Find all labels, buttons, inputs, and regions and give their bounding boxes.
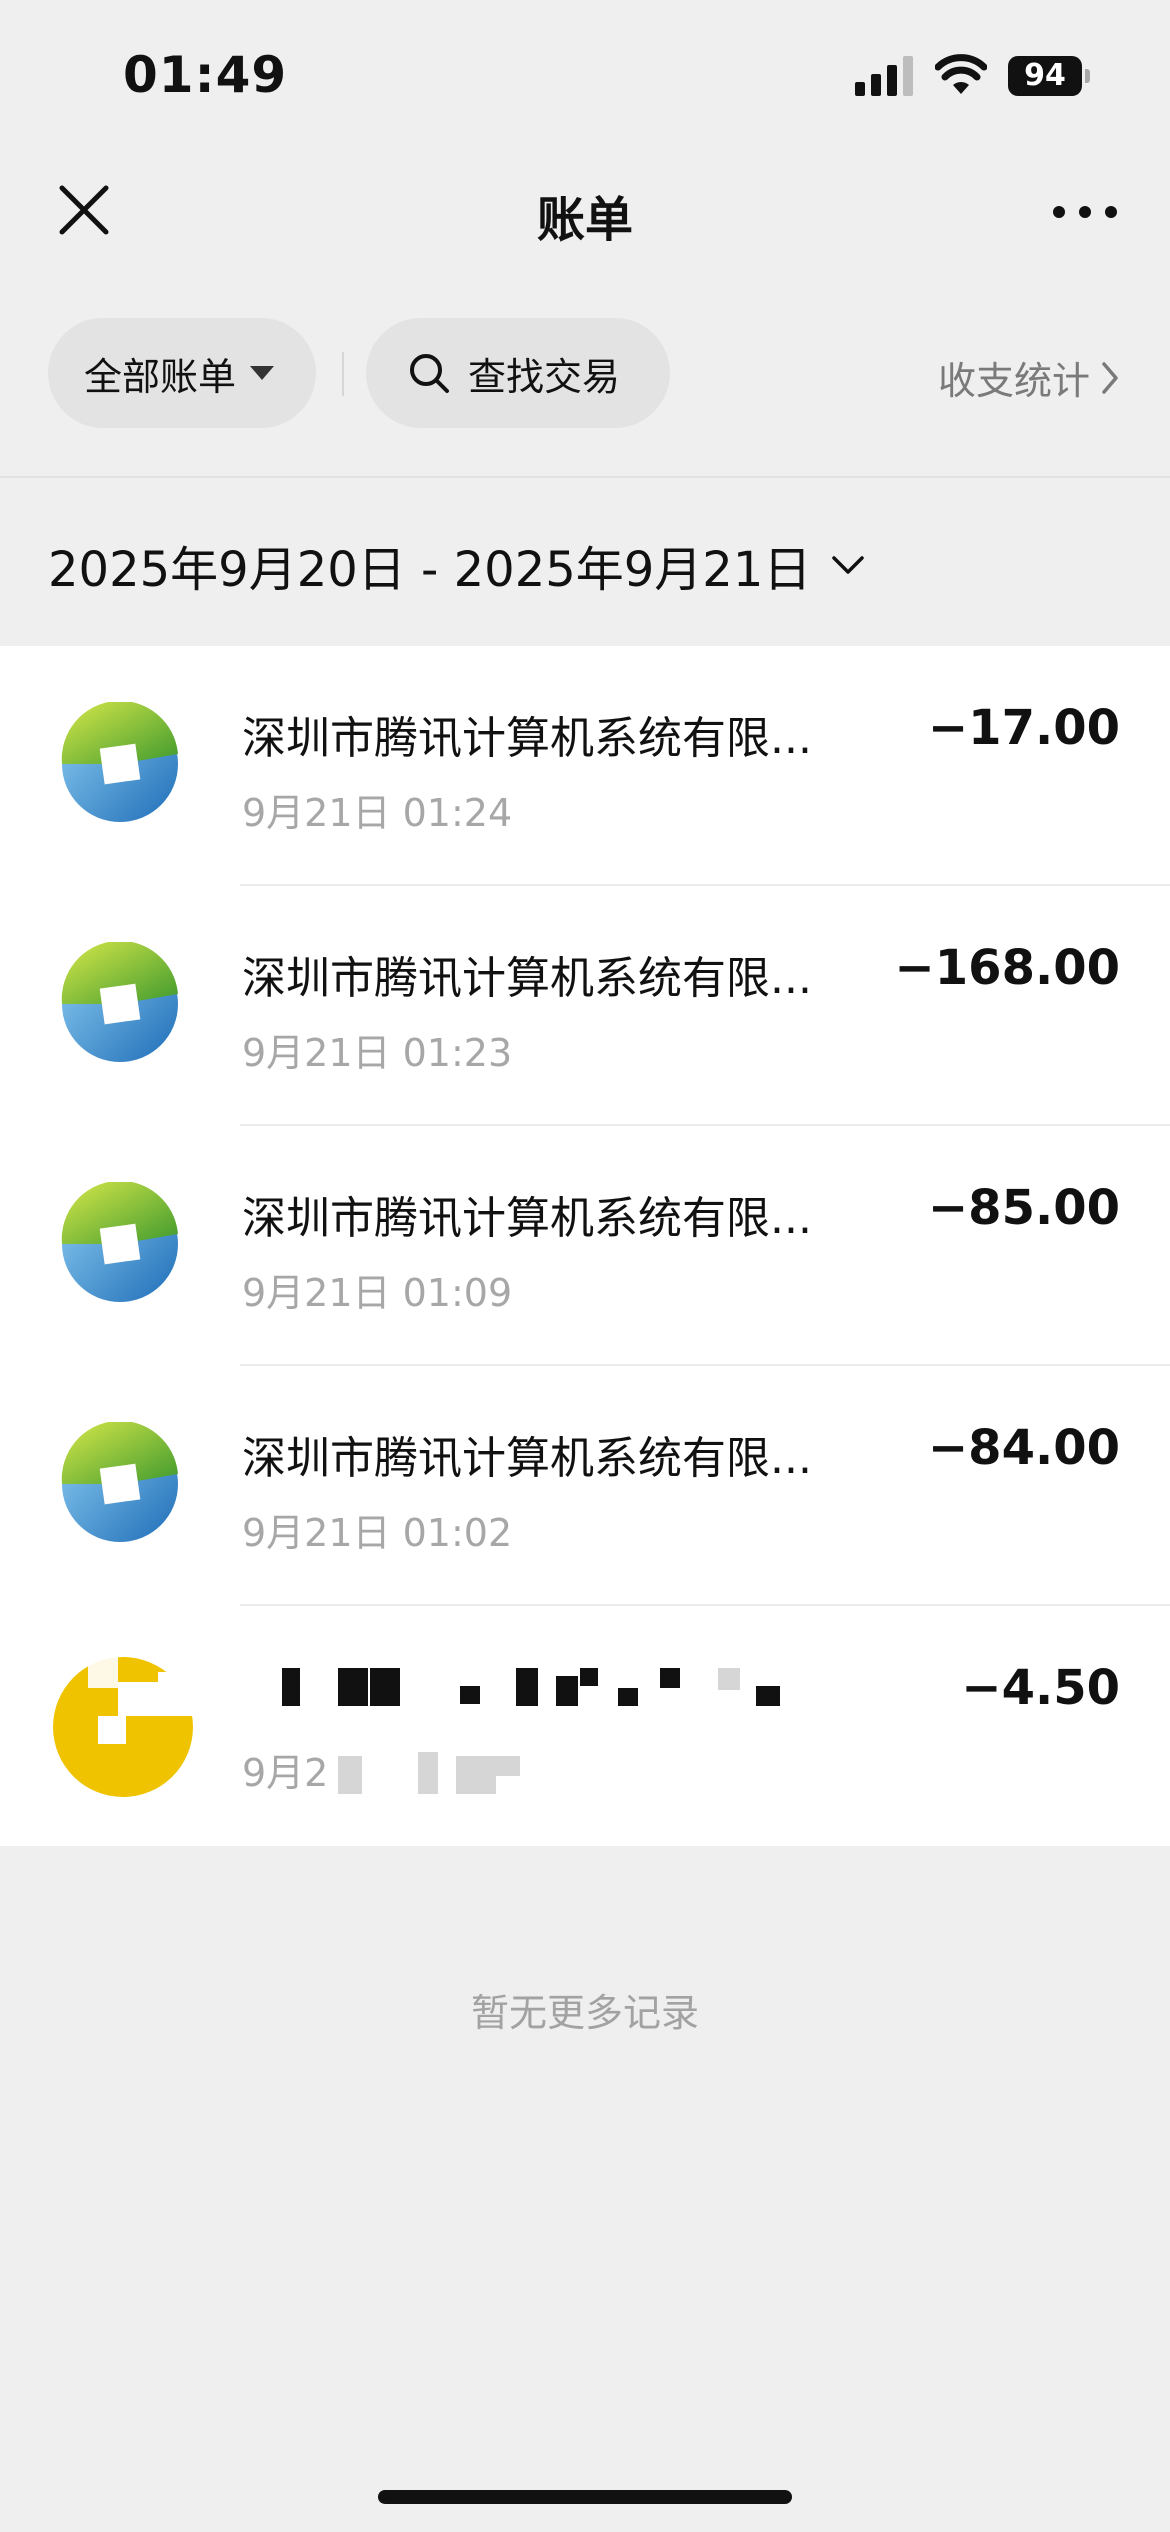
- merchant-logo-icon: [61, 1182, 178, 1302]
- transaction-time: 9月21日 01:02: [242, 1511, 513, 1555]
- transaction-time: 9月2: [242, 1751, 329, 1795]
- battery-icon: 94: [1008, 56, 1090, 96]
- section-divider: [0, 476, 1170, 478]
- transaction-amount: −84.00: [927, 1420, 1120, 1476]
- battery-level: 94: [1008, 56, 1082, 96]
- cellular-signal-icon: [855, 56, 913, 96]
- page-title: 账单: [536, 192, 633, 248]
- more-icon[interactable]: [1050, 178, 1120, 242]
- merchant-logo-icon: [61, 1422, 178, 1542]
- all-bills-label: 全部账单: [84, 354, 237, 399]
- search-transactions-button[interactable]: 查找交易: [366, 318, 670, 428]
- status-bar: 01:49 94: [0, 0, 1170, 150]
- transaction-row[interactable]: 深圳市腾讯计算机系统有限... 9月21日 01:24 −17.00: [0, 646, 1170, 886]
- merchant-name: 深圳市腾讯计算机系统有限...: [242, 713, 812, 764]
- stats-label: 收支统计: [937, 359, 1090, 403]
- transaction-time: 9月21日 01:24: [242, 791, 513, 835]
- transaction-time: 9月21日 01:09: [242, 1271, 513, 1315]
- merchant-name: 深圳市腾讯计算机系统有限...: [242, 953, 812, 1004]
- home-indicator[interactable]: [378, 2490, 792, 2504]
- transaction-list: 深圳市腾讯计算机系统有限... 9月21日 01:24 −17.00 深圳市腾讯…: [0, 646, 1170, 1846]
- chevron-down-icon: [832, 556, 865, 574]
- transaction-amount: −4.50: [961, 1660, 1120, 1716]
- income-expense-stats-link[interactable]: 收支统计: [938, 350, 1120, 405]
- date-range-selector[interactable]: 2025年9月20日 - 2025年9月21日: [48, 530, 865, 600]
- merchant-name: 深圳市腾讯计算机系统有限...: [242, 1433, 812, 1484]
- transaction-row[interactable]: 9月2 −4.50: [0, 1606, 1170, 1846]
- merchant-name: 深圳市腾讯计算机系统有限...: [242, 1193, 812, 1244]
- transaction-amount: −17.00: [927, 700, 1120, 756]
- transaction-amount: −85.00: [927, 1180, 1120, 1236]
- filter-row: 全部账单 查找交易 收支统计: [0, 318, 1170, 430]
- no-more-records-label: 暂无更多记录: [470, 1991, 699, 2035]
- wifi-icon: [935, 54, 987, 94]
- date-range-label: 2025年9月20日 - 2025年9月21日: [48, 542, 812, 598]
- transaction-row[interactable]: 深圳市腾讯计算机系统有限... 9月21日 01:23 −168.00: [0, 886, 1170, 1126]
- nav-bar: 账单: [0, 150, 1170, 270]
- caret-down-icon: [250, 366, 275, 380]
- transaction-row[interactable]: 深圳市腾讯计算机系统有限... 9月21日 01:02 −84.00: [0, 1366, 1170, 1606]
- merchant-logo-icon: [61, 942, 178, 1062]
- divider: [342, 352, 344, 396]
- status-time: 01:49: [123, 46, 288, 104]
- search-label: 查找交易: [468, 354, 621, 399]
- transaction-amount: −168.00: [894, 940, 1120, 996]
- chevron-right-icon: [1102, 361, 1118, 394]
- transaction-row[interactable]: 深圳市腾讯计算机系统有限... 9月21日 01:09 −85.00: [0, 1126, 1170, 1366]
- transaction-time: 9月21日 01:23: [242, 1031, 513, 1075]
- merchant-logo-icon: [61, 702, 178, 822]
- merchant-avatar-icon: [53, 1652, 198, 1797]
- all-bills-dropdown[interactable]: 全部账单: [48, 318, 316, 428]
- search-icon: [410, 354, 449, 393]
